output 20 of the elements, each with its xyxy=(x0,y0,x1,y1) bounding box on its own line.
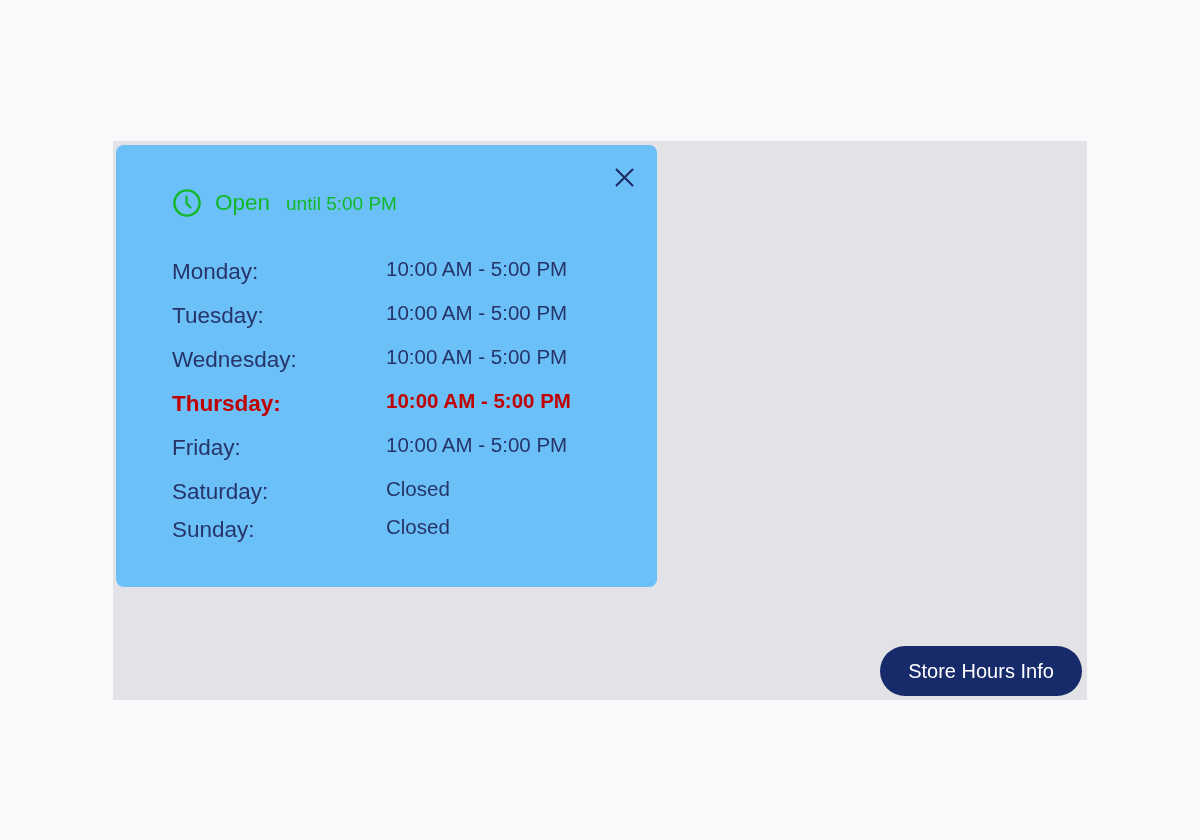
day-label: Tuesday: xyxy=(172,302,265,330)
close-button[interactable] xyxy=(614,167,635,188)
hours-text: 10:00 AM - 5:00 PM xyxy=(386,300,568,326)
close-icon xyxy=(615,168,634,187)
day-label: Sunday: xyxy=(172,516,256,544)
status-label: Open xyxy=(215,189,271,217)
hours-text: Closed xyxy=(386,476,450,502)
hours-text: 10:00 AM - 5:00 PM xyxy=(386,388,571,414)
hours-text: 10:00 AM - 5:00 PM xyxy=(386,344,568,370)
day-label: Thursday: xyxy=(172,390,282,418)
day-label: Friday: xyxy=(172,434,242,462)
day-label: Wednesday: xyxy=(172,346,298,374)
day-label: Saturday: xyxy=(172,478,270,506)
clock-icon xyxy=(173,189,201,217)
day-label: Monday: xyxy=(172,258,260,286)
hours-text: 10:00 AM - 5:00 PM xyxy=(386,256,568,282)
hours-text: Closed xyxy=(386,514,450,540)
store-hours-button[interactable]: Store Hours Info xyxy=(880,646,1082,696)
hours-text: 10:00 AM - 5:00 PM xyxy=(386,432,568,458)
status-detail: until 5:00 PM xyxy=(286,192,397,216)
